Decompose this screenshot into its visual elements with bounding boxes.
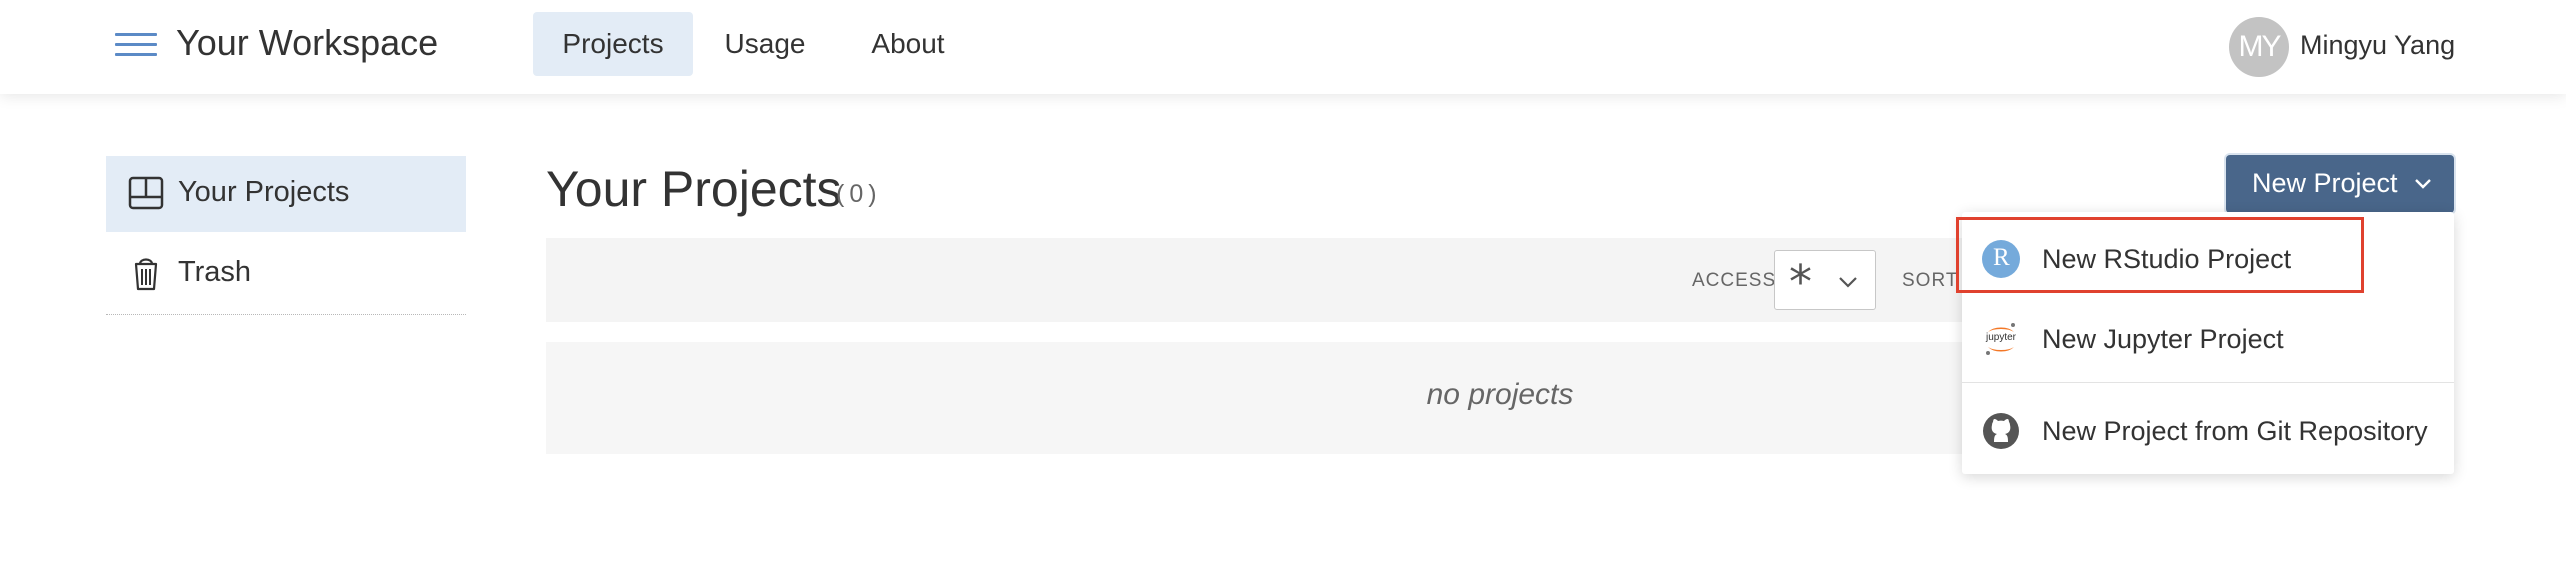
menu-item-label: New Project from Git Repository [2042,416,2428,446]
app-title[interactable]: Your Workspace [176,22,438,64]
sidebar-item-your-projects[interactable]: Your Projects [106,156,466,232]
tab-projects[interactable]: Projects [533,12,693,76]
menu-item-new-rstudio-project[interactable]: R New RStudio Project [1962,222,2454,294]
menu-item-label: New Jupyter Project [2042,324,2284,354]
menu-item-new-jupyter-project[interactable]: jupyter New Jupyter Project [1962,302,2454,374]
projects-grid-icon [128,176,164,210]
sidebar-item-label: Trash [178,256,252,288]
sidebar-divider [106,314,466,315]
avatar[interactable]: MY [2229,17,2289,77]
trash-icon [134,258,158,291]
sort-label: SORT [1902,270,1959,291]
page-title: Your Projects [546,161,842,217]
menu-divider [1962,382,2454,383]
project-count: (0) [836,180,882,208]
menu-item-new-project-from-git[interactable]: New Project from Git Repository [1962,394,2454,466]
access-filter-select[interactable]: * [1774,250,1876,310]
rstudio-icon-letter: R [1993,244,2010,271]
new-project-button[interactable]: New Project [2226,155,2454,213]
access-filter-value: * [1789,255,1812,309]
chevron-down-icon [2415,179,2431,189]
new-project-button-label: New Project [2252,168,2398,198]
github-icon [1983,413,2019,449]
jupyter-icon-text: jupyter [1985,332,2016,343]
hamburger-menu-icon[interactable] [115,33,157,57]
tab-usage[interactable]: Usage [712,12,818,76]
menu-item-label: New RStudio Project [2042,244,2292,274]
new-project-dropdown: R New RStudio Project jupyter New Jupyte… [1962,212,2454,474]
top-navbar: Your Workspace Projects Usage About MY M… [0,0,2566,94]
sidebar-item-label: Your Projects [178,176,350,208]
chevron-down-icon [1839,277,1857,288]
tab-about[interactable]: About [858,12,958,76]
sidebar-item-trash[interactable]: Trash [106,236,466,312]
access-filter-label: ACCESS [1692,270,1777,291]
user-name[interactable]: Mingyu Yang [2300,30,2455,61]
